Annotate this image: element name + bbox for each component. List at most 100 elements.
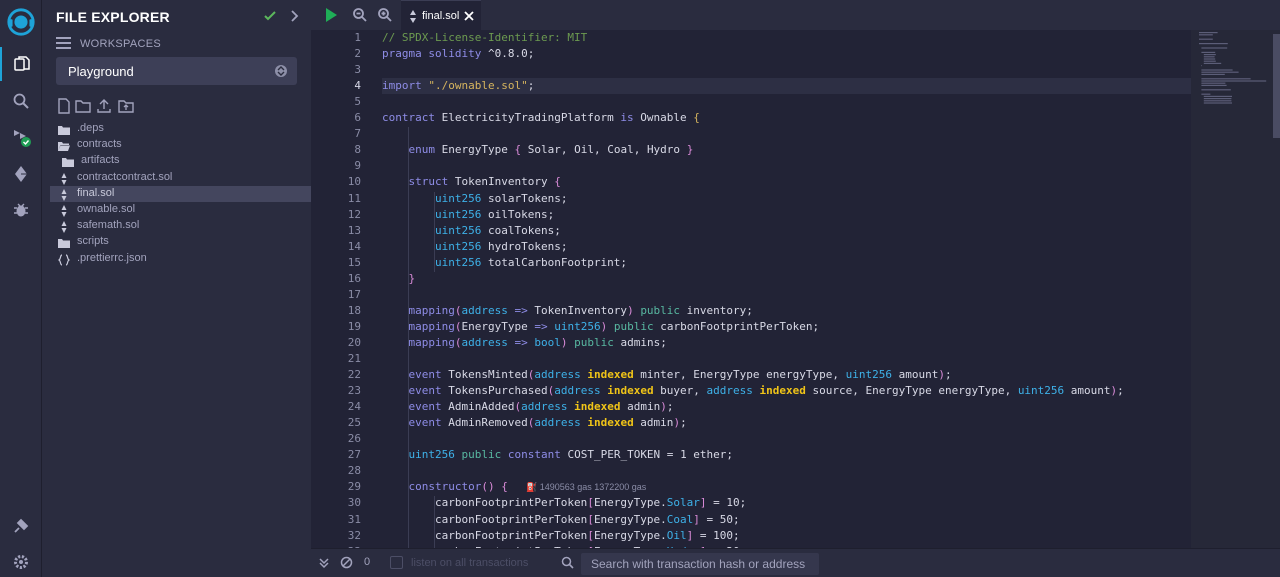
code-token: ; <box>680 416 687 430</box>
code-line: mapping(EnergyType => uint256) public ca… <box>382 319 820 333</box>
line-number: 22 <box>347 368 361 382</box>
code-token: amount <box>891 368 939 382</box>
search-icon <box>561 556 574 569</box>
file-explorer-icon[interactable] <box>0 47 42 81</box>
code-token: { <box>501 480 508 494</box>
code-token: AdminAdded <box>441 400 515 414</box>
folder-icon <box>62 155 74 168</box>
zoom-out-icon[interactable] <box>352 7 368 23</box>
remix-logo-icon[interactable] <box>0 3 42 41</box>
editor-scrollbar[interactable] <box>1273 34 1280 138</box>
deploy-icon[interactable] <box>0 157 42 191</box>
hamburger-icon[interactable] <box>56 36 71 50</box>
code-token: uint256 <box>845 368 892 382</box>
code-token: { <box>554 175 561 189</box>
code-token: => <box>514 303 528 317</box>
code-token: EnergyType <box>435 143 515 157</box>
code-token: address <box>554 384 601 398</box>
line-number: 16 <box>347 271 361 285</box>
code-token: [ <box>587 496 594 510</box>
tab-final-sol[interactable]: final.sol <box>401 0 481 30</box>
code-token: event <box>408 384 442 398</box>
code-token: // SPDX-License-Identifier: MIT <box>382 31 588 44</box>
file-tree-item[interactable]: artifacts <box>50 153 311 169</box>
select-caret-icon <box>275 65 287 77</box>
file-tree-item[interactable]: scripts <box>50 234 311 250</box>
line-number: 32 <box>347 528 361 542</box>
code-token: uint256 <box>1017 384 1065 398</box>
file-tree-label: final.sol <box>77 186 115 199</box>
code-token: TokensPurchased <box>441 384 548 398</box>
code-token: Solar <box>666 496 700 510</box>
file-tree-item[interactable]: .prettierrc.json <box>50 251 311 267</box>
line-number: 5 <box>354 95 361 109</box>
minimap-line <box>1201 84 1227 86</box>
minimap[interactable] <box>1191 30 1280 548</box>
code-token: public <box>461 448 502 462</box>
code-editor[interactable]: 1 // SPDX-License-Identifier: MIT 2 pragma … <box>311 30 1191 548</box>
listen-checkbox[interactable] <box>390 556 403 569</box>
workspace-select[interactable]: Playground <box>56 57 297 85</box>
code-token: ether; <box>686 448 734 462</box>
solidity-file-icon <box>58 220 70 234</box>
clear-console-icon[interactable] <box>340 556 353 569</box>
code-token: address <box>521 400 568 414</box>
code-line: uint256 oilTokens; <box>382 208 554 221</box>
code-token: address <box>461 335 508 349</box>
new-folder-icon[interactable] <box>75 98 91 114</box>
minimap-preview <box>1199 32 1267 104</box>
minimap-line <box>1201 93 1211 95</box>
file-tree-item[interactable]: ownable.sol <box>50 202 311 218</box>
code-token: => <box>514 335 528 349</box>
line-number: 1 <box>354 31 361 44</box>
file-tree-item[interactable]: safemath.sol <box>50 218 311 234</box>
listen-label: listen on all transactions <box>411 557 529 569</box>
tx-search-input[interactable] <box>591 555 811 573</box>
search-icon[interactable] <box>0 84 42 118</box>
code-token: mapping <box>408 335 455 349</box>
file-tree-item[interactable]: final.sol <box>50 185 311 202</box>
debugger-icon[interactable] <box>0 193 42 227</box>
workspaces-row: WORKSPACES <box>56 36 296 52</box>
new-file-icon[interactable] <box>56 98 72 114</box>
code-token: enum <box>408 143 436 157</box>
code-token: () <box>481 480 495 494</box>
minimap-line <box>1203 102 1232 104</box>
compiler-icon[interactable] <box>0 120 42 154</box>
collapse-terminal-icon[interactable] <box>318 557 330 569</box>
code-line: mapping(address => TokenInventory) publi… <box>382 304 753 317</box>
icon-rail <box>0 0 42 577</box>
upload-folder-icon[interactable] <box>118 98 134 114</box>
code-line: carbonFootprintPerToken[EnergyType.Oil] … <box>382 529 740 542</box>
code-token: "./ownable.sol" <box>428 79 528 93</box>
code-token: constructor <box>408 480 482 494</box>
close-icon[interactable] <box>463 10 475 22</box>
file-tree-item[interactable]: .deps <box>50 121 311 137</box>
file-tree-item[interactable]: contracts <box>50 137 311 153</box>
minimap-line <box>1201 71 1239 73</box>
code-token: address <box>706 384 753 398</box>
code-token: carbonFootprintPerToken <box>382 528 588 542</box>
editor-tabbar: final.sol <box>311 0 1280 30</box>
file-tree-item[interactable]: contractcontract.sol <box>50 170 311 186</box>
zoom-in-icon[interactable] <box>377 7 393 23</box>
code-token: constant <box>507 448 561 462</box>
code-line: event TokensMinted(address indexed minte… <box>382 368 952 381</box>
minimap-line <box>1203 100 1232 102</box>
code-token: pragma <box>382 47 422 61</box>
settings-icon[interactable] <box>0 545 42 577</box>
code-token: public <box>574 335 614 349</box>
plugin-icon[interactable] <box>0 509 42 543</box>
minimap-line <box>1203 54 1216 56</box>
code-token: EnergyType <box>461 319 535 333</box>
line-number: 19 <box>347 319 361 333</box>
line-number: 18 <box>347 303 361 317</box>
code-token: buyer, <box>653 384 707 398</box>
run-icon[interactable] <box>323 7 339 23</box>
code-line: carbonFootprintPerToken[EnergyType.Solar… <box>382 496 746 509</box>
upload-file-icon[interactable] <box>96 98 112 114</box>
code-token: totalCarbonFootprint; <box>481 255 628 269</box>
chevron-right-icon[interactable] <box>286 8 302 24</box>
code-line: mapping(address => bool) public admins; <box>382 336 667 349</box>
